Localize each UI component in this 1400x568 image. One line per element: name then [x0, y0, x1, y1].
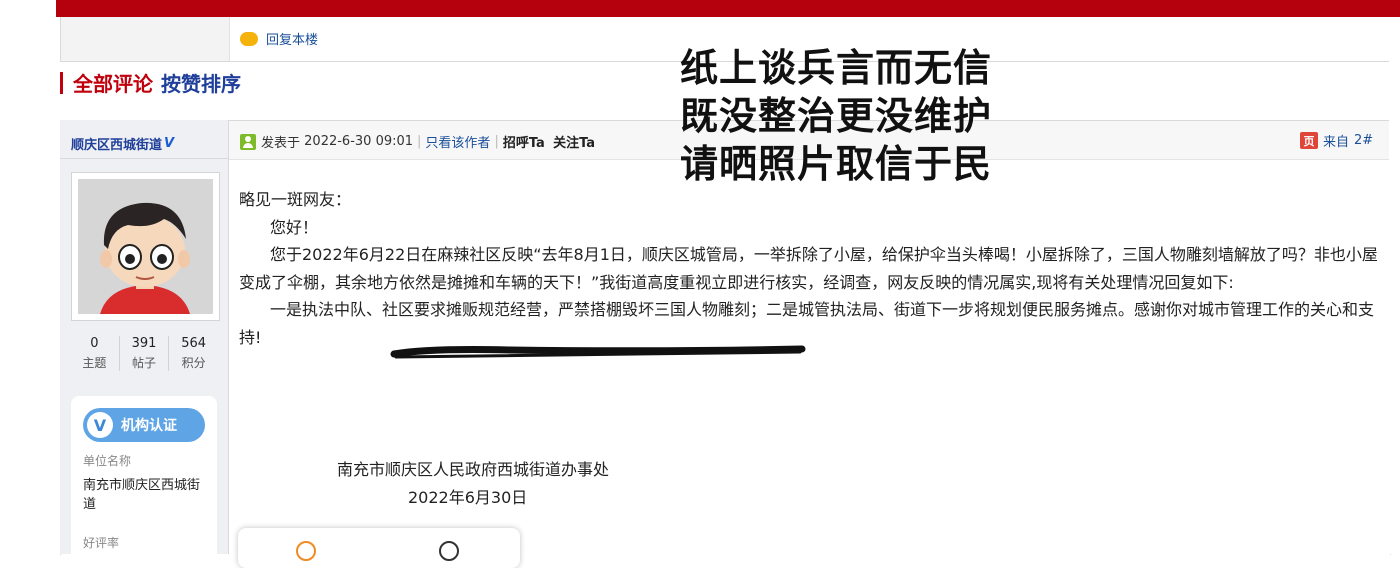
overlay-line-3: 请晒照片取信于民	[680, 142, 993, 186]
verified-v-icon: V	[87, 412, 113, 438]
signature-date: 2022年6月30日	[408, 488, 528, 507]
cartoon-avatar-icon	[78, 179, 213, 314]
stat-posts[interactable]: 391 帖子	[120, 336, 170, 371]
overlay-caption: 纸上谈兵言而无信 既没整治更没维护 请晒照片取信于民	[680, 44, 992, 188]
comment-bubble-icon	[240, 31, 258, 46]
institution-cert-badge: V 机构认证	[83, 408, 205, 442]
page-margin	[1389, 17, 1400, 554]
overlay-line-1: 纸上谈兵言而无信	[680, 46, 993, 90]
response-part-a: 一是执法中队、	[270, 300, 383, 319]
stat-label: 积分	[181, 356, 206, 370]
paragraph-complaint: 您于2022年6月22日在麻辣社区反映“去年8月1日，顺庆区城管局，一举拆除了小…	[239, 245, 1378, 292]
greet-link[interactable]: 招呼Ta	[503, 132, 545, 151]
stat-label: 帖子	[132, 356, 157, 370]
rating-key: 好评率	[83, 536, 120, 550]
avatar-image	[78, 179, 213, 314]
signature-org: 南充市顺庆区人民政府西城街道办事处	[337, 460, 610, 479]
top-red-bar	[56, 0, 1400, 17]
greeting: 您好！	[270, 217, 319, 237]
post-body: 略见一斑网友： 您好！ 您于2022年6月22日在麻辣社区反映“去年8月1日，顺…	[239, 186, 1379, 351]
reaction-toolbar	[238, 528, 520, 568]
floor-source[interactable]: 来自	[1323, 131, 1349, 150]
stat-topics[interactable]: 0 主题	[70, 336, 120, 371]
cert-badge-label: 机构认证	[121, 418, 177, 434]
verified-v-icon: V	[164, 136, 175, 151]
comments-header: 全部评论 按赞排序	[60, 68, 241, 97]
meta-separator: |	[494, 134, 499, 149]
only-author-link[interactable]: 只看该作者	[425, 132, 490, 151]
floor-number[interactable]: 2#	[1354, 133, 1373, 148]
marker-underline	[390, 345, 806, 359]
meta-separator: |	[417, 134, 422, 149]
reply-this-floor-link[interactable]: 回复本楼	[240, 29, 318, 48]
posted-prefix: 发表于	[261, 136, 301, 151]
sort-by-likes-tab[interactable]: 按赞排序	[161, 68, 241, 97]
stat-value: 391	[131, 336, 157, 351]
author-stats: 0 主题 391 帖子 564 积分	[70, 336, 218, 371]
posted-time: 2022-6-30 09:01	[304, 134, 414, 149]
floor-info: 页 来自 2#	[1300, 131, 1373, 150]
author-name[interactable]: 顺庆区西城街道	[71, 134, 162, 153]
all-comments-tab[interactable]: 全部评论	[73, 68, 153, 97]
underlined-emphasis: 社区要求摊贩规范经营，严禁搭棚毁坏三国人物雕刻	[382, 300, 751, 319]
mobile-source-icon: 页	[1300, 132, 1318, 149]
post-meta: 发表于 2022-6-30 09:01 | 只看该作者 | 招呼Ta 关注Ta	[240, 132, 595, 151]
stat-label: 主题	[82, 356, 107, 370]
smile-icon[interactable]	[296, 541, 316, 561]
previous-post-sidebar-strip	[61, 17, 230, 61]
follow-link[interactable]: 关注Ta	[553, 132, 595, 151]
unit-name-value: 南充市顺庆区西城街道	[83, 478, 201, 512]
organization-card: V 机构认证 单位名称 南充市顺庆区西城街道 好评率	[71, 396, 217, 566]
signature-block: 南充市顺庆区人民政府西城街道办事处 2022年6月30日	[337, 456, 609, 512]
user-icon	[240, 133, 256, 150]
stat-points[interactable]: 564 积分	[169, 336, 218, 371]
unit-name-key: 单位名称	[83, 454, 132, 468]
sidebar-divider	[60, 158, 228, 159]
avatar[interactable]	[71, 172, 220, 321]
face-icon[interactable]	[439, 541, 459, 561]
salutation: 略见一斑网友：	[239, 190, 352, 209]
stat-value: 0	[90, 336, 99, 351]
author-name-link[interactable]: 顺庆区西城街道 V	[71, 134, 174, 153]
stat-value: 564	[181, 336, 207, 351]
overlay-line-2: 既没整治更没维护	[680, 94, 993, 138]
header-accent-bar	[60, 71, 63, 94]
reply-label[interactable]: 回复本楼	[266, 29, 318, 48]
